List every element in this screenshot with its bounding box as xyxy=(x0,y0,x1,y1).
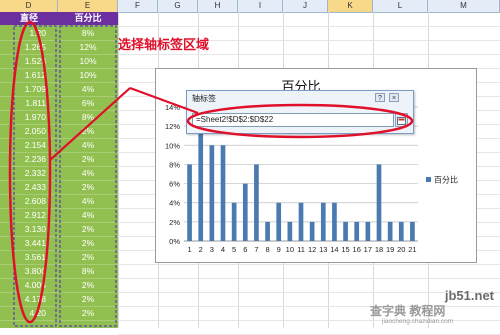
chart-bar xyxy=(298,202,304,241)
x-tick-label: 17 xyxy=(364,245,372,254)
x-tick-label: 18 xyxy=(375,245,383,254)
chart-bar xyxy=(254,164,259,241)
chart-bar xyxy=(410,221,415,241)
x-tick-label: 2 xyxy=(199,245,203,254)
y-tick-label: 6% xyxy=(169,180,180,189)
y-tick-label: 8% xyxy=(169,160,180,169)
x-tick-label: 4 xyxy=(221,245,225,254)
dialog-title: 轴标签 xyxy=(192,94,216,103)
collapse-dialog-button[interactable] xyxy=(395,113,408,127)
chart-bar xyxy=(332,202,337,241)
y-tick-label: 0% xyxy=(169,237,180,246)
chart-bar xyxy=(320,202,326,241)
y-tick-label: 12% xyxy=(165,122,180,131)
help-button[interactable]: ? xyxy=(375,93,385,102)
axis-range-input[interactable]: =Sheet2!$D$2:$D$22 xyxy=(192,113,394,127)
x-tick-label: 15 xyxy=(341,245,349,254)
watermark-name: 查字典 教程网 xyxy=(370,304,446,318)
x-tick-label: 13 xyxy=(319,245,327,254)
axis-label-dialog[interactable]: 轴标签 ? × =Sheet2!$D$2:$D$22 xyxy=(186,90,414,134)
close-button[interactable]: × xyxy=(389,93,399,102)
chart-bar xyxy=(287,221,293,241)
x-tick-label: 3 xyxy=(210,245,214,254)
x-tick-label: 20 xyxy=(397,245,405,254)
chart-bar xyxy=(187,164,192,241)
y-tick-label: 4% xyxy=(169,199,180,208)
legend-swatch xyxy=(426,177,431,182)
x-tick-label: 1 xyxy=(187,245,191,254)
x-tick-label: 16 xyxy=(353,245,361,254)
y-tick-label: 2% xyxy=(169,218,180,227)
annotation-label: 选择轴标签区域 xyxy=(118,37,210,52)
chart-bar xyxy=(220,145,226,241)
collapse-icon xyxy=(397,117,406,125)
x-tick-label: 19 xyxy=(386,245,394,254)
chart-bar xyxy=(198,126,204,241)
chart-bar xyxy=(276,202,282,241)
chart-bar xyxy=(343,221,348,241)
y-tick-label: 10% xyxy=(165,141,180,150)
chart-bar xyxy=(309,221,315,241)
chart-bar xyxy=(354,221,360,241)
chart-bar xyxy=(376,164,382,241)
watermark-site: jb51.net xyxy=(444,288,494,303)
x-tick-label: 14 xyxy=(330,245,338,254)
x-tick-label: 12 xyxy=(308,245,316,254)
chart-bar xyxy=(387,221,393,241)
chart-bar xyxy=(265,221,270,241)
chart-bar xyxy=(231,202,237,241)
x-tick-label: 6 xyxy=(243,245,247,254)
selection-marquee-e xyxy=(59,25,117,327)
chart-bar xyxy=(209,145,215,241)
x-tick-label: 9 xyxy=(277,245,281,254)
x-tick-label: 5 xyxy=(232,245,236,254)
y-tick-label: 14% xyxy=(165,103,180,112)
chart-bar xyxy=(365,221,371,241)
watermark-url: jiaocheng.chazidian.com xyxy=(382,318,454,325)
x-tick-label: 7 xyxy=(254,245,258,254)
chart-bar xyxy=(242,183,248,241)
selection-marquee-d xyxy=(13,25,57,327)
x-tick-label: 11 xyxy=(297,245,305,254)
x-tick-label: 21 xyxy=(408,245,416,254)
x-tick-label: 10 xyxy=(286,245,294,254)
legend-label: 百分比 xyxy=(434,175,458,185)
x-tick-label: 8 xyxy=(265,245,269,254)
chart-bar xyxy=(398,221,404,241)
